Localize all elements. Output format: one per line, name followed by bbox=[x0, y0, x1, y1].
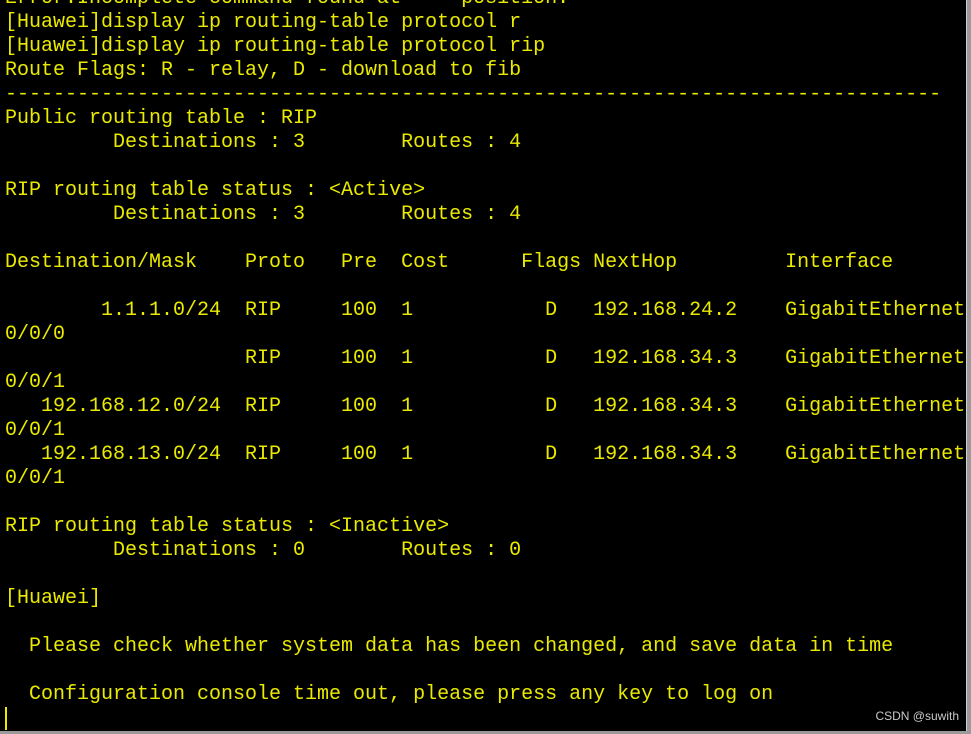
table-row: 192.168.13.0/24 RIP 100 1 D 192.168.34.3… bbox=[5, 443, 966, 466]
table-row: 192.168.12.0/24 RIP 100 1 D 192.168.34.3… bbox=[5, 395, 966, 418]
error-line: Error:Incomplete command found at positi… bbox=[0, 0, 966, 11]
text-cursor bbox=[5, 707, 7, 730]
timeout-message: Configuration console time out, please p… bbox=[5, 683, 774, 706]
inactive-status-summary: Destinations : 0 Routes : 0 bbox=[5, 539, 522, 562]
active-status-summary: Destinations : 3 Routes : 4 bbox=[5, 203, 522, 226]
inactive-status-title: RIP routing table status : <Inactive> bbox=[5, 515, 450, 538]
prompt-line: [Huawei] bbox=[5, 587, 102, 610]
public-table-title: Public routing table : RIP bbox=[5, 107, 318, 130]
table-row-wrap: 0/0/1 bbox=[5, 371, 66, 394]
route-flags-legend: Route Flags: R - relay, D - download to … bbox=[5, 59, 522, 82]
table-row-wrap: 0/0/0 bbox=[5, 323, 66, 346]
table-row-wrap: 0/0/1 bbox=[5, 419, 66, 442]
table-header: Destination/Mask Proto Pre Cost Flags Ne… bbox=[5, 251, 894, 274]
separator-line: ----------------------------------------… bbox=[5, 83, 942, 106]
watermark: CSDN @suwith bbox=[875, 709, 959, 723]
save-warning-message: Please check whether system data has bee… bbox=[5, 635, 894, 658]
table-row-wrap: 0/0/1 bbox=[5, 467, 66, 490]
terminal-console[interactable]: Error:Incomplete command found at positi… bbox=[0, 0, 966, 732]
table-row: RIP 100 1 D 192.168.34.3 GigabitEthernet bbox=[5, 347, 966, 370]
active-status-title: RIP routing table status : <Active> bbox=[5, 179, 426, 202]
command-line: [Huawei]display ip routing-table protoco… bbox=[5, 11, 522, 34]
table-row: 1.1.1.0/24 RIP 100 1 D 192.168.24.2 Giga… bbox=[5, 299, 966, 322]
public-table-summary: Destinations : 3 Routes : 4 bbox=[5, 131, 522, 154]
command-line: [Huawei]display ip routing-table protoco… bbox=[5, 35, 546, 58]
window-right-border bbox=[966, 0, 971, 734]
